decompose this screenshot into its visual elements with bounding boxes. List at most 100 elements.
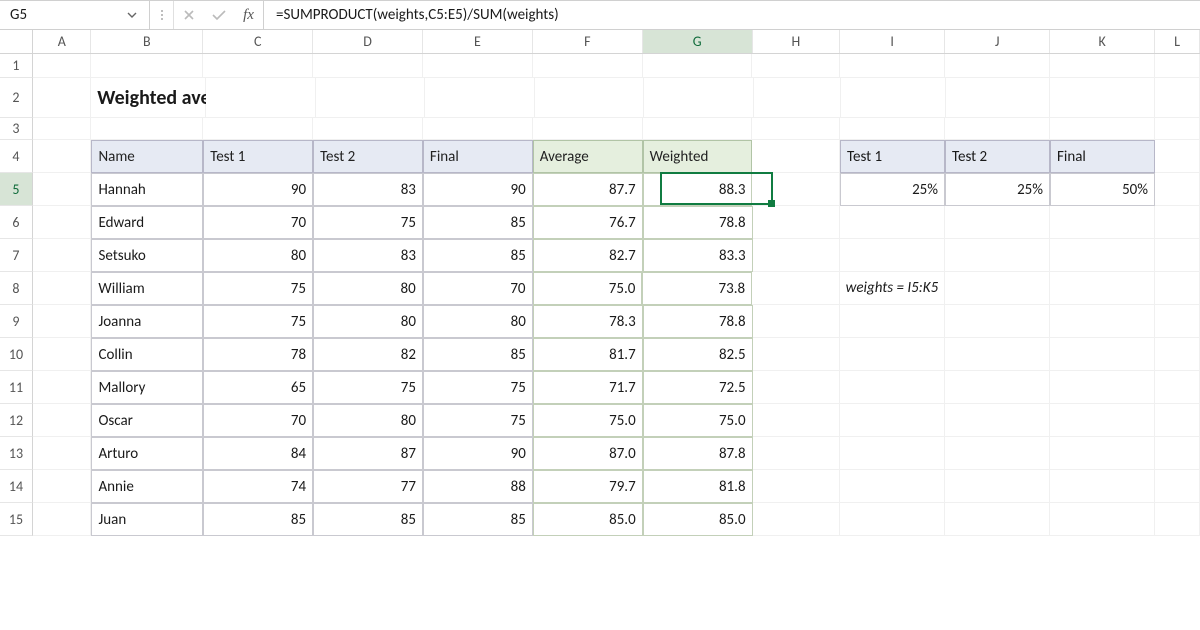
cell-F11[interactable]: 71.7 [533,371,643,404]
cell-J1[interactable] [945,54,1050,78]
row-header-1[interactable]: 1 [0,54,33,78]
cell-G12[interactable]: 75.0 [643,404,753,437]
cell-A6[interactable] [33,206,92,239]
cell-G4[interactable]: Weighted [643,140,753,173]
cell-H4[interactable] [752,140,840,173]
cell-H7[interactable] [753,239,841,272]
cell-C9[interactable]: 75 [203,305,313,338]
cell-C14[interactable]: 74 [203,470,313,503]
cell-A12[interactable] [33,404,92,437]
cell-L2[interactable] [1155,78,1200,118]
row-header-4[interactable]: 4 [0,140,33,173]
cell-I14[interactable] [840,470,945,503]
column-header-L[interactable]: L [1155,30,1200,53]
cell-A2[interactable] [33,78,91,118]
cell-H6[interactable] [753,206,841,239]
cell-L13[interactable] [1155,437,1200,470]
cell-K5[interactable]: 50% [1050,173,1155,206]
cell-B2[interactable]: Weighted average [91,78,206,118]
cell-C7[interactable]: 80 [203,239,313,272]
cell-J11[interactable] [945,371,1050,404]
cell-E12[interactable]: 75 [423,404,533,437]
cell-F2[interactable] [535,78,645,118]
cell-H5[interactable] [752,173,840,206]
cell-B13[interactable]: Arturo [91,437,203,470]
name-box[interactable]: G5 [0,1,150,29]
cell-B8[interactable]: William [91,272,203,305]
cell-J3[interactable] [945,118,1050,140]
cell-D4[interactable]: Test 2 [313,140,423,173]
cell-D14[interactable]: 77 [313,470,423,503]
cell-B10[interactable]: Collin [91,338,203,371]
row-header-2[interactable]: 2 [0,78,33,118]
cell-F13[interactable]: 87.0 [533,437,643,470]
cell-I8[interactable]: weights = I5:K5 [840,272,946,305]
column-header-K[interactable]: K [1050,30,1155,53]
cell-I15[interactable] [840,503,945,536]
formula-input[interactable]: =SUMPRODUCT(weights,C5:E5)/SUM(weights) [264,1,1200,29]
cell-K13[interactable] [1050,437,1155,470]
cell-H12[interactable] [753,404,841,437]
cell-A11[interactable] [33,371,92,404]
cell-I12[interactable] [840,404,945,437]
cell-J6[interactable] [945,206,1050,239]
cell-J10[interactable] [945,338,1050,371]
column-header-F[interactable]: F [533,30,643,53]
cell-I10[interactable] [840,338,945,371]
row-header-12[interactable]: 12 [0,404,33,437]
cell-L10[interactable] [1155,338,1200,371]
cell-A9[interactable] [33,305,92,338]
cell-B15[interactable]: Juan [91,503,203,536]
cell-H3[interactable] [752,118,840,140]
column-header-H[interactable]: H [753,30,841,53]
cell-G1[interactable] [643,54,753,78]
cell-F7[interactable]: 82.7 [533,239,643,272]
cell-B6[interactable]: Edward [91,206,203,239]
cell-C11[interactable]: 65 [203,371,313,404]
cell-A5[interactable] [33,173,92,206]
cell-C1[interactable] [203,54,313,78]
cell-A10[interactable] [33,338,92,371]
cell-L6[interactable] [1155,206,1200,239]
cell-E1[interactable] [423,54,533,78]
cell-J12[interactable] [945,404,1050,437]
cell-E2[interactable] [425,78,535,118]
cell-B1[interactable] [91,54,203,78]
cell-L7[interactable] [1155,239,1200,272]
cell-G9[interactable]: 78.8 [643,305,753,338]
cell-G11[interactable]: 72.5 [643,371,753,404]
cell-D12[interactable]: 80 [313,404,423,437]
cell-H13[interactable] [753,437,841,470]
cell-G15[interactable]: 85.0 [643,503,753,536]
cell-C12[interactable]: 70 [203,404,313,437]
cell-L5[interactable] [1155,173,1200,206]
cancel-formula-icon[interactable] [174,1,204,29]
cell-C10[interactable]: 78 [203,338,313,371]
cell-B12[interactable]: Oscar [91,404,203,437]
cell-E15[interactable]: 85 [423,503,533,536]
cell-F12[interactable]: 75.0 [533,404,643,437]
cell-C4[interactable]: Test 1 [203,140,313,173]
cell-I6[interactable] [840,206,945,239]
cell-B4[interactable]: Name [91,140,203,173]
cell-E7[interactable]: 85 [423,239,533,272]
cell-D10[interactable]: 82 [313,338,423,371]
cell-J7[interactable] [945,239,1050,272]
cell-F15[interactable]: 85.0 [533,503,643,536]
cell-B3[interactable] [91,118,203,140]
cell-K11[interactable] [1050,371,1155,404]
column-header-I[interactable]: I [840,30,945,53]
cell-A15[interactable] [33,503,92,536]
cell-H8[interactable] [752,272,840,305]
cell-I1[interactable] [840,54,945,78]
row-header-9[interactable]: 9 [0,305,33,338]
cell-F14[interactable]: 79.7 [533,470,643,503]
cell-L4[interactable] [1155,140,1200,173]
cell-J9[interactable] [945,305,1050,338]
cell-D13[interactable]: 87 [313,437,423,470]
cell-D9[interactable]: 80 [313,305,423,338]
cell-K12[interactable] [1050,404,1155,437]
cell-K9[interactable] [1050,305,1155,338]
cell-K14[interactable] [1050,470,1155,503]
cell-L14[interactable] [1155,470,1200,503]
